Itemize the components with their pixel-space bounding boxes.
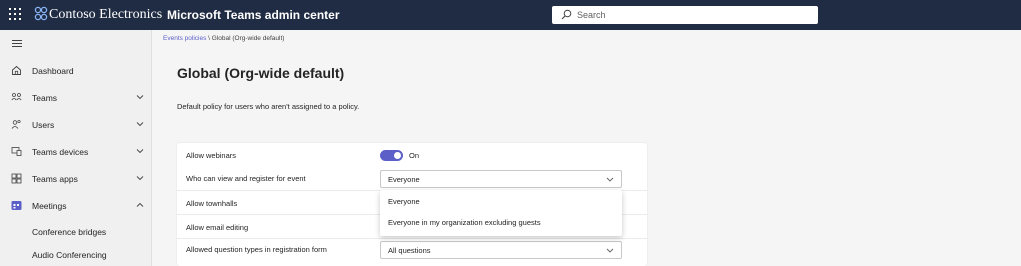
search-input[interactable] bbox=[577, 8, 807, 22]
breadcrumb-link-events-policies[interactable]: Events policies bbox=[163, 35, 206, 42]
devices-icon bbox=[11, 147, 22, 156]
top-bar: Contoso Electronics Microsoft Teams admi… bbox=[0, 0, 1021, 30]
chevron-down-icon bbox=[136, 95, 144, 100]
meetings-icon bbox=[11, 201, 22, 210]
hamburger-menu-icon[interactable] bbox=[12, 40, 22, 48]
sidebar-item-label: Teams apps bbox=[32, 174, 78, 184]
setting-label: Allowed question types in registration f… bbox=[186, 245, 327, 254]
who-can-view-dropdown: Everyone Everyone in my organization exc… bbox=[380, 190, 622, 236]
breadcrumb-separator: \ bbox=[208, 35, 210, 42]
setting-label: Allow email editing bbox=[186, 223, 249, 232]
toggle-state-label: On bbox=[409, 151, 420, 160]
dropdown-option-everyone[interactable]: Everyone bbox=[388, 197, 420, 206]
teams-icon bbox=[11, 93, 22, 101]
home-icon bbox=[12, 65, 21, 75]
sidebar-item-teams[interactable]: Teams bbox=[0, 85, 151, 111]
apps-icon bbox=[11, 173, 22, 184]
breadcrumb: Events policies \ Global (Org-wide defau… bbox=[163, 35, 284, 42]
page-description: Default policy for users who aren't assi… bbox=[177, 102, 360, 111]
sidebar-item-label: Dashboard bbox=[32, 66, 74, 76]
chevron-down-icon bbox=[136, 176, 144, 181]
setting-row-question-types: Allowed question types in registration f… bbox=[177, 239, 647, 263]
setting-label: Who can view and register for event bbox=[186, 174, 306, 183]
setting-row-who-can-view: Who can view and register for event Ever… bbox=[177, 167, 647, 191]
who-can-view-select[interactable]: Everyone bbox=[380, 170, 622, 188]
sidebar-item-teams-devices[interactable]: Teams devices bbox=[0, 139, 151, 165]
search-icon bbox=[561, 9, 572, 20]
sidebar-item-label: Meetings bbox=[32, 201, 67, 211]
sidebar-subitem-conference-bridges[interactable]: Conference bridges bbox=[32, 227, 106, 237]
sidebar-item-dashboard[interactable]: Dashboard bbox=[0, 58, 151, 84]
users-icon bbox=[11, 119, 21, 129]
dropdown-option-org-excluding-guests[interactable]: Everyone in my organization excluding gu… bbox=[388, 218, 541, 227]
sidebar-item-label: Users bbox=[32, 120, 55, 130]
sidebar-subitem-audio-conferencing[interactable]: Audio Conferencing bbox=[32, 250, 107, 260]
sidebar-item-label: Teams bbox=[32, 93, 58, 103]
setting-label: Allow townhalls bbox=[186, 199, 238, 208]
sidebar-item-users[interactable]: Users bbox=[0, 112, 151, 138]
chevron-down-icon bbox=[136, 122, 144, 127]
question-types-select[interactable]: All questions bbox=[380, 241, 622, 259]
select-value: All questions bbox=[388, 246, 431, 255]
chevron-up-icon bbox=[136, 202, 144, 207]
app-launcher-icon[interactable] bbox=[9, 8, 21, 20]
sidebar-item-meetings[interactable]: Meetings bbox=[0, 193, 151, 219]
brand-name: Contoso Electronics bbox=[49, 7, 163, 22]
setting-row-allow-webinars: Allow webinars On bbox=[177, 143, 647, 167]
search-box[interactable] bbox=[552, 6, 818, 24]
chevron-down-icon bbox=[606, 177, 614, 182]
chevron-down-icon bbox=[606, 248, 614, 253]
toggle-knob bbox=[394, 152, 401, 159]
select-value: Everyone bbox=[388, 175, 420, 184]
breadcrumb-current: Global (Org-wide default) bbox=[211, 35, 285, 42]
app-title: Microsoft Teams admin center bbox=[167, 8, 340, 22]
setting-label: Allow webinars bbox=[186, 151, 237, 160]
sidebar-item-label: Teams devices bbox=[32, 147, 89, 157]
chevron-down-icon bbox=[136, 149, 144, 154]
contoso-logo-icon bbox=[34, 6, 48, 21]
allow-webinars-toggle[interactable] bbox=[380, 150, 403, 161]
sidebar-item-teams-apps[interactable]: Teams apps bbox=[0, 166, 151, 192]
sidebar: Dashboard Teams Users Teams devices Team… bbox=[0, 30, 152, 266]
page-title: Global (Org-wide default) bbox=[177, 65, 345, 81]
